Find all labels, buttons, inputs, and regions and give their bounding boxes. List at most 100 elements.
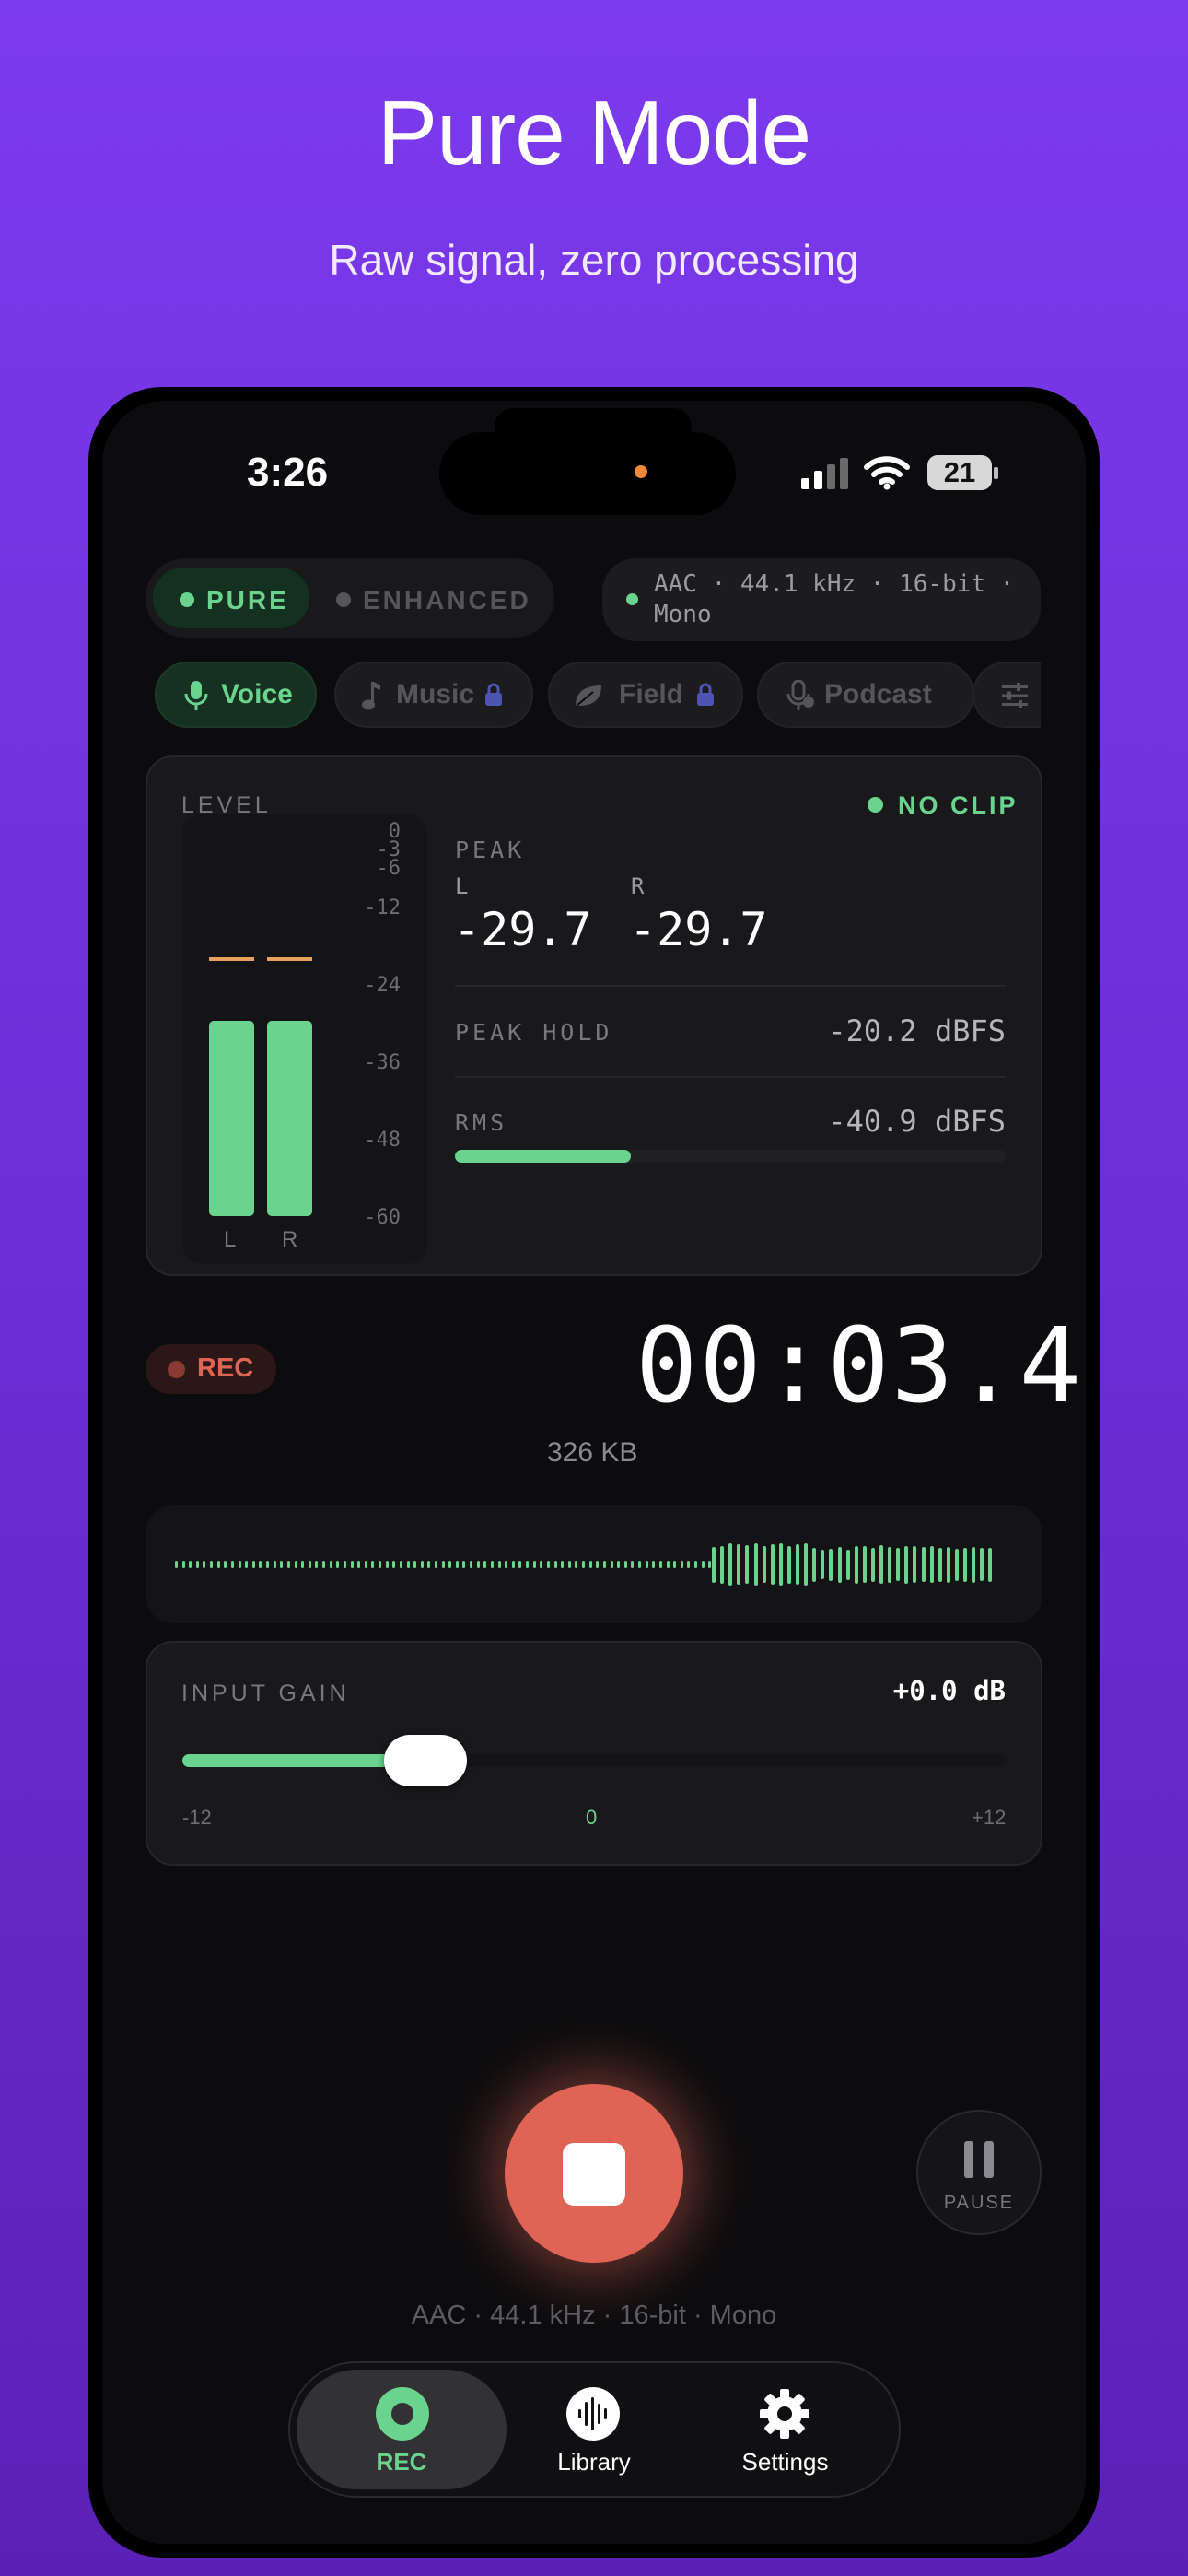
waveform-bar: [280, 1561, 284, 1568]
banner-title: Pure Mode: [377, 82, 811, 183]
waveform-bar: [266, 1561, 270, 1568]
scale-tick: -36: [364, 1051, 401, 1074]
waveform-bar: [804, 1543, 809, 1586]
waveform-bar: [322, 1561, 326, 1568]
waveform-bar: [413, 1561, 417, 1568]
waveform-bar: [561, 1561, 565, 1568]
waveform-bar: [972, 1546, 976, 1583]
waveform-bar: [896, 1548, 901, 1581]
waveform-bar: [476, 1561, 480, 1568]
waveform-bar: [737, 1544, 741, 1585]
waveform-bar: [216, 1561, 220, 1568]
waveform-bar: [455, 1561, 459, 1568]
waveform-bar: [435, 1561, 437, 1568]
format-status-dot: [626, 593, 638, 605]
waveform-bar: [181, 1561, 185, 1568]
format-badge-text: AAC · 44.1 kHz · 16-bit · Mono: [654, 570, 1015, 628]
rec-dot: [168, 1361, 185, 1378]
tab-settings-label: Settings: [741, 2448, 829, 2476]
waveform-bar: [286, 1561, 290, 1568]
waveform-bar: [988, 1547, 993, 1582]
waveform-bar: [745, 1545, 750, 1584]
stop-icon: [563, 2143, 625, 2206]
input-gain-label: INPUT GAIN: [181, 1680, 350, 1706]
waveform-bar: [315, 1561, 319, 1568]
battery-tip: [994, 467, 998, 479]
scale-tick: -24: [364, 974, 401, 997]
waveform-bar: [954, 1548, 959, 1581]
waveform-bar: [701, 1561, 705, 1568]
leaf-icon: [576, 685, 601, 707]
lock-icon: [485, 683, 502, 706]
gain-slider-thumb[interactable]: [383, 1735, 467, 1786]
waveform-bar: [666, 1561, 670, 1568]
wifi-icon: [864, 456, 910, 490]
dynamic-island: [439, 432, 736, 515]
waveform-bar: [658, 1561, 662, 1568]
waveform-bar: [921, 1547, 926, 1582]
waveform-bar: [448, 1561, 452, 1568]
preset-music-label: Music: [396, 679, 475, 709]
recording-indicator-dot: [635, 465, 647, 478]
banner-subtitle: Raw signal, zero processing: [329, 236, 859, 284]
gain-mid-label: 0: [586, 1806, 598, 1829]
waveform-bar: [652, 1561, 656, 1568]
preset-podcast-label: Podcast: [824, 679, 932, 709]
waveform-bar: [638, 1561, 642, 1568]
waveform-bar: [796, 1544, 799, 1585]
pause-label: PAUSE: [943, 2193, 1015, 2213]
pause-icon: [964, 2141, 996, 2178]
waveform-bar: [708, 1561, 712, 1568]
peak-label: PEAK: [455, 837, 526, 863]
waveform-bar: [720, 1545, 725, 1584]
waveform-bar: [294, 1561, 297, 1568]
waveform-bar: [870, 1547, 875, 1582]
waveform-bar: [596, 1561, 600, 1568]
rec-badge-label: REC: [197, 1353, 254, 1383]
peak-hold-marker-left: [209, 957, 254, 962]
scale-tick: -6: [376, 857, 402, 880]
peak-r-label: R: [631, 873, 645, 899]
peak-l-label: L: [455, 873, 469, 899]
preset-voice-label: Voice: [221, 679, 293, 709]
mode-pure-label: PURE: [206, 586, 289, 615]
waveform-bar: [210, 1561, 214, 1568]
waveform-bar: [251, 1561, 255, 1568]
waveform-bar: [406, 1561, 410, 1568]
waveform-bar: [567, 1561, 571, 1568]
mode-enhanced-button[interactable]: ENHANCED: [363, 586, 531, 615]
stats-divider: [455, 1076, 1006, 1078]
waveform-bar: [680, 1561, 683, 1568]
peak-hold-value: -20.2 dBFS: [828, 1013, 1006, 1048]
waveform-bar: [385, 1561, 389, 1568]
waveform-bar: [712, 1546, 716, 1583]
waveform-bar: [645, 1561, 648, 1568]
waveform-bar: [575, 1561, 578, 1568]
format-caption: AAC · 44.1 kHz · 16-bit · Mono: [411, 2301, 777, 2330]
waveform-bar: [230, 1561, 234, 1568]
waveform-bar: [837, 1546, 842, 1583]
waveform-bar: [441, 1561, 445, 1568]
elapsed-time: 00:03.4: [635, 1306, 1084, 1426]
waveform-bar: [778, 1543, 783, 1586]
gain-max-label: +12: [972, 1806, 1007, 1829]
waveform-bar: [470, 1561, 473, 1568]
waveform-bar: [195, 1561, 199, 1568]
waveform-bar: [505, 1561, 508, 1568]
music-note-icon: [362, 682, 380, 710]
waveform-bar: [588, 1561, 592, 1568]
waveform-bar: [913, 1546, 917, 1583]
battery-icon: 21: [927, 455, 992, 490]
waveform-bar: [963, 1547, 967, 1582]
status-time: 3:26: [247, 450, 329, 495]
waveform-bar: [553, 1561, 557, 1568]
waveform-bar: [582, 1561, 586, 1568]
rms-value: -40.9 dBFS: [828, 1104, 1006, 1139]
waveform-bar: [427, 1561, 431, 1568]
peak-hold-marker-right: [267, 957, 312, 962]
waveform-bar: [357, 1561, 361, 1568]
waveform-bar: [379, 1561, 382, 1568]
waveform-bar: [399, 1561, 402, 1568]
waveform-bar: [238, 1561, 241, 1568]
no-clip-dot: [868, 797, 883, 813]
